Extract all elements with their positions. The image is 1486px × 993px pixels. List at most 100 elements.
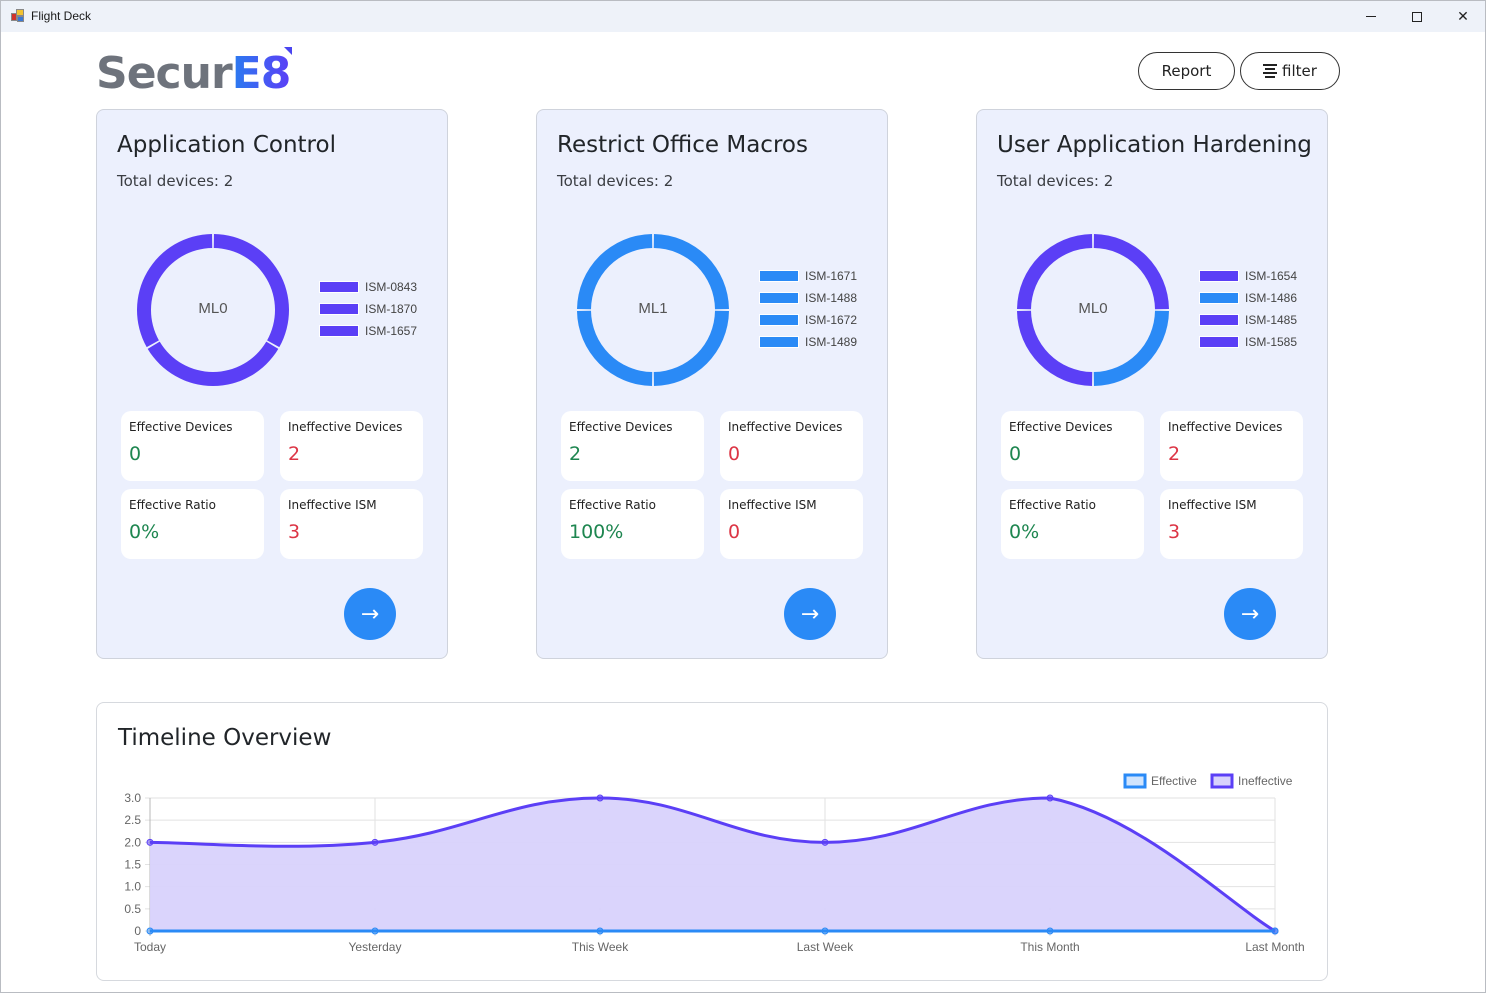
data-point-ineffective[interactable]: [596, 794, 604, 802]
legend-item[interactable]: ISM-1657: [319, 320, 417, 342]
ineffective-ism-tile: Ineffective ISM 3: [280, 489, 423, 559]
data-point-ineffective[interactable]: [1046, 794, 1054, 802]
close-button[interactable]: ✕: [1440, 1, 1486, 32]
legend-item[interactable]: ISM-1654: [1199, 265, 1297, 287]
y-tick-label: 0: [134, 924, 141, 938]
stat-label: Ineffective Devices: [1168, 420, 1283, 434]
legend-item[interactable]: ISM-0843: [319, 276, 417, 298]
legend-swatch-effective[interactable]: [1123, 773, 1147, 789]
secure8-logo: Secur E8: [96, 46, 292, 99]
data-point-effective[interactable]: [371, 927, 379, 935]
x-tick-label: This Month: [1020, 940, 1079, 954]
data-point-ineffective[interactable]: [371, 838, 379, 846]
y-tick-label: 1.0: [124, 880, 141, 894]
data-point-effective[interactable]: [1271, 927, 1279, 935]
donut-segment-ism-1488[interactable]: [653, 310, 729, 386]
legend-swatch-ineffective[interactable]: [1210, 773, 1234, 789]
effective-ratio-value: 100%: [569, 521, 624, 543]
donut-segment-ism-0843[interactable]: [213, 234, 289, 348]
ineffective-devices-tile: Ineffective Devices 0: [720, 411, 863, 481]
y-tick-label: 2.0: [124, 835, 141, 849]
legend-label: ISM-1488: [805, 291, 858, 305]
legend-label: ISM-1671: [805, 269, 858, 283]
stat-label: Effective Devices: [1009, 420, 1113, 434]
x-tick-label: Last Week: [797, 940, 854, 954]
legend-item[interactable]: ISM-1486: [1199, 287, 1297, 309]
donut-segment-ism-1585[interactable]: [1017, 234, 1093, 310]
strategy-card-1: Application Control Total devices: 2 ML0…: [96, 109, 448, 659]
ineffective-ism-tile: Ineffective ISM 3: [1160, 489, 1303, 559]
stat-label: Ineffective Devices: [288, 420, 403, 434]
legend-swatch: [1199, 292, 1239, 304]
legend-label: ISM-1486: [1245, 291, 1298, 305]
open-details-button[interactable]: →: [784, 588, 836, 640]
x-tick-label: This Week: [572, 940, 629, 954]
legend-item[interactable]: ISM-1488: [759, 287, 857, 309]
report-button[interactable]: Report: [1138, 52, 1235, 90]
data-point-ineffective[interactable]: [146, 838, 154, 846]
timeline-chart: 0 0.5 1.0 1.5 2.0 2.5 3.0 Today Yesterday This We…: [124, 773, 1305, 954]
donut-segment-ism-1657[interactable]: [137, 234, 213, 348]
legend-label: ISM-1585: [1245, 335, 1298, 349]
filter-icon: [1263, 64, 1278, 78]
open-details-button[interactable]: →: [344, 588, 396, 640]
stat-label: Effective Ratio: [569, 498, 656, 512]
effective-ratio-tile: Effective Ratio 0%: [121, 489, 264, 559]
y-tick-label: 0.5: [124, 902, 141, 916]
legend-swatch: [759, 336, 799, 348]
effective-devices-value: 2: [569, 443, 582, 465]
app-window: Flight Deck ✕ Secur E8 Report filter Appl…: [0, 0, 1486, 993]
legend-swatch: [319, 303, 359, 315]
arrow-right-icon: →: [800, 601, 820, 627]
donut-segment-ism-1870[interactable]: [147, 341, 279, 386]
maximize-icon: [1412, 11, 1422, 22]
donut-legend: ISM-0843 ISM-1870 ISM-1657: [319, 276, 417, 342]
stat-label: Ineffective Devices: [728, 420, 843, 434]
open-details-button[interactable]: →: [1224, 588, 1276, 640]
legend-label: ISM-1654: [1245, 269, 1298, 283]
legend-item[interactable]: ISM-1485: [1199, 309, 1297, 331]
donut-segment-ism-1486[interactable]: [1093, 310, 1169, 386]
effective-ratio-value: 0%: [1009, 521, 1040, 543]
stat-label: Effective Devices: [569, 420, 673, 434]
legend-label: ISM-1672: [805, 313, 858, 327]
filter-button[interactable]: filter: [1240, 52, 1340, 90]
legend-label-effective[interactable]: Effective: [1151, 774, 1197, 788]
legend-label-ineffective[interactable]: Ineffective: [1238, 774, 1293, 788]
legend-swatch: [319, 325, 359, 337]
legend-item[interactable]: ISM-1671: [759, 265, 857, 287]
donut-segment-ism-1489[interactable]: [577, 234, 653, 310]
effective-devices-tile: Effective Devices 0: [1001, 411, 1144, 481]
legend-label: ISM-1485: [1245, 313, 1298, 327]
legend-swatch: [319, 281, 359, 293]
legend-item[interactable]: ISM-1585: [1199, 331, 1297, 353]
donut-segment-ism-1672[interactable]: [577, 310, 653, 386]
data-point-effective[interactable]: [146, 927, 154, 935]
legend-item[interactable]: ISM-1672: [759, 309, 857, 331]
report-button-label: Report: [1161, 62, 1212, 80]
stat-label: Effective Ratio: [1009, 498, 1096, 512]
donut-segment-ism-1671[interactable]: [653, 234, 729, 310]
effective-devices-value: 0: [129, 443, 142, 465]
card-title: Application Control: [117, 132, 336, 158]
legend-item[interactable]: ISM-1870: [319, 298, 417, 320]
effective-ratio-tile: Effective Ratio 0%: [1001, 489, 1144, 559]
data-point-ineffective[interactable]: [821, 838, 829, 846]
effective-devices-value: 0: [1009, 443, 1022, 465]
maturity-level-label: ML1: [638, 300, 668, 317]
legend-swatch: [1199, 270, 1239, 282]
legend-swatch: [759, 292, 799, 304]
data-point-effective[interactable]: [1046, 927, 1054, 935]
app-icon: [11, 9, 25, 23]
strategy-card-3: User Application Hardening Total devices…: [976, 109, 1328, 659]
card-title: User Application Hardening: [997, 132, 1312, 158]
donut-segment-ism-1485[interactable]: [1017, 310, 1093, 386]
legend-label: ISM-1870: [365, 302, 418, 316]
data-point-effective[interactable]: [596, 927, 604, 935]
minimize-button[interactable]: [1348, 1, 1394, 32]
legend-item[interactable]: ISM-1489: [759, 331, 857, 353]
data-point-effective[interactable]: [821, 927, 829, 935]
donut-segment-ism-1654[interactable]: [1093, 234, 1169, 310]
logo-text-e8: E8: [231, 48, 292, 99]
maximize-button[interactable]: [1394, 1, 1440, 32]
